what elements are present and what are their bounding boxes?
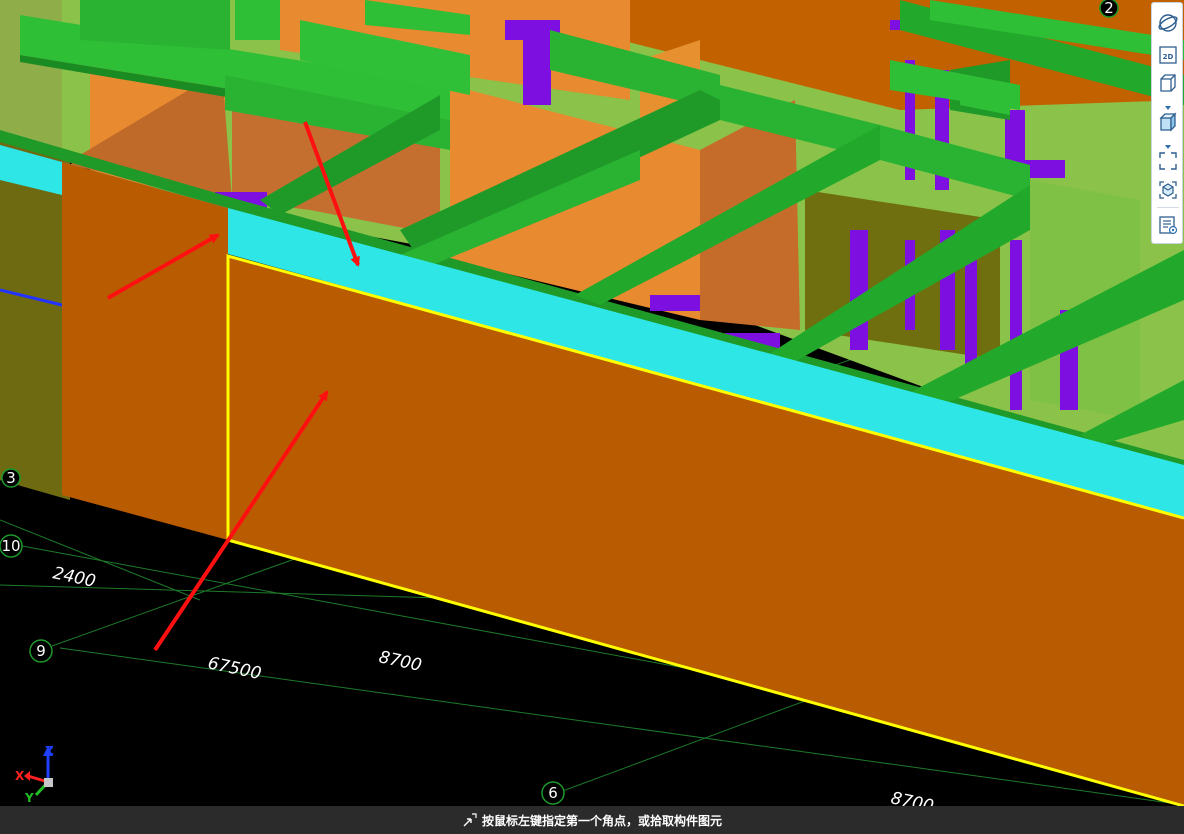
3d-model-viewport[interactable]: 10 9 6 3 2 2400 67500 8700 8700 Z X Y	[0, 0, 1184, 806]
view-toolbar: 2D	[1151, 2, 1183, 244]
grid-axis-bubble-partial-2[interactable]: 2	[1099, 0, 1119, 18]
zoom-extents-icon	[1159, 152, 1177, 170]
grid-axis-bubble-9[interactable]: 9	[29, 639, 53, 663]
pick-cursor-icon	[463, 813, 477, 827]
grid-axis-label: 2	[1104, 0, 1114, 17]
orbit-button[interactable]	[1156, 11, 1180, 35]
view-2d-label: 2D	[1163, 53, 1174, 61]
view-2d-button[interactable]: 2D	[1156, 43, 1180, 67]
dimension-label: 2400	[51, 563, 97, 592]
dimension-label: 8700	[889, 788, 935, 806]
properties-panel-button[interactable]	[1156, 213, 1180, 237]
cube-wireframe-button[interactable]	[1156, 71, 1180, 95]
grid-axis-label: 3	[6, 469, 16, 487]
axis-y-label: Y	[24, 791, 34, 805]
dimension-label: 67500	[206, 653, 263, 684]
model-scene[interactable]: 10 9 6 3 2 2400 67500 8700 8700 Z X Y	[0, 0, 1184, 806]
cube-shaded-button[interactable]	[1156, 110, 1180, 134]
toolbar-separator	[1157, 207, 1179, 208]
zoom-extents-button[interactable]	[1156, 149, 1180, 173]
component-view-icon	[1159, 181, 1177, 199]
coordinate-axes-gizmo: Z X Y	[15, 744, 54, 805]
grid-axis-bubble-partial-3[interactable]: 3	[1, 468, 21, 488]
grid-axis-bubble-6[interactable]: 6	[541, 781, 565, 805]
status-message: 按鼠标左键指定第一个角点，或拾取构件图元	[481, 813, 722, 828]
cube-shaded-dropdown[interactable]	[1163, 138, 1173, 149]
view-2d-icon: 2D	[1159, 46, 1177, 64]
cube-wireframe-dropdown[interactable]	[1163, 99, 1173, 110]
grid-axis-label: 9	[36, 642, 46, 660]
grid-axis-bubble-10[interactable]: 10	[0, 534, 23, 558]
properties-panel-icon	[1159, 216, 1178, 235]
grid-axis-label: 10	[1, 537, 20, 555]
component-view-button[interactable]	[1156, 178, 1180, 202]
axis-x-label: X	[15, 769, 25, 783]
grid-axis-label: 6	[548, 784, 558, 802]
cube-shaded-icon	[1159, 112, 1177, 132]
axis-z-label: Z	[45, 744, 54, 758]
dimension-label: 8700	[377, 647, 423, 676]
front-wall-left[interactable]	[62, 162, 228, 540]
orbit-icon	[1158, 14, 1178, 32]
cube-wireframe-icon	[1160, 74, 1176, 92]
status-bar: 按鼠标左键指定第一个角点，或拾取构件图元	[0, 806, 1184, 834]
